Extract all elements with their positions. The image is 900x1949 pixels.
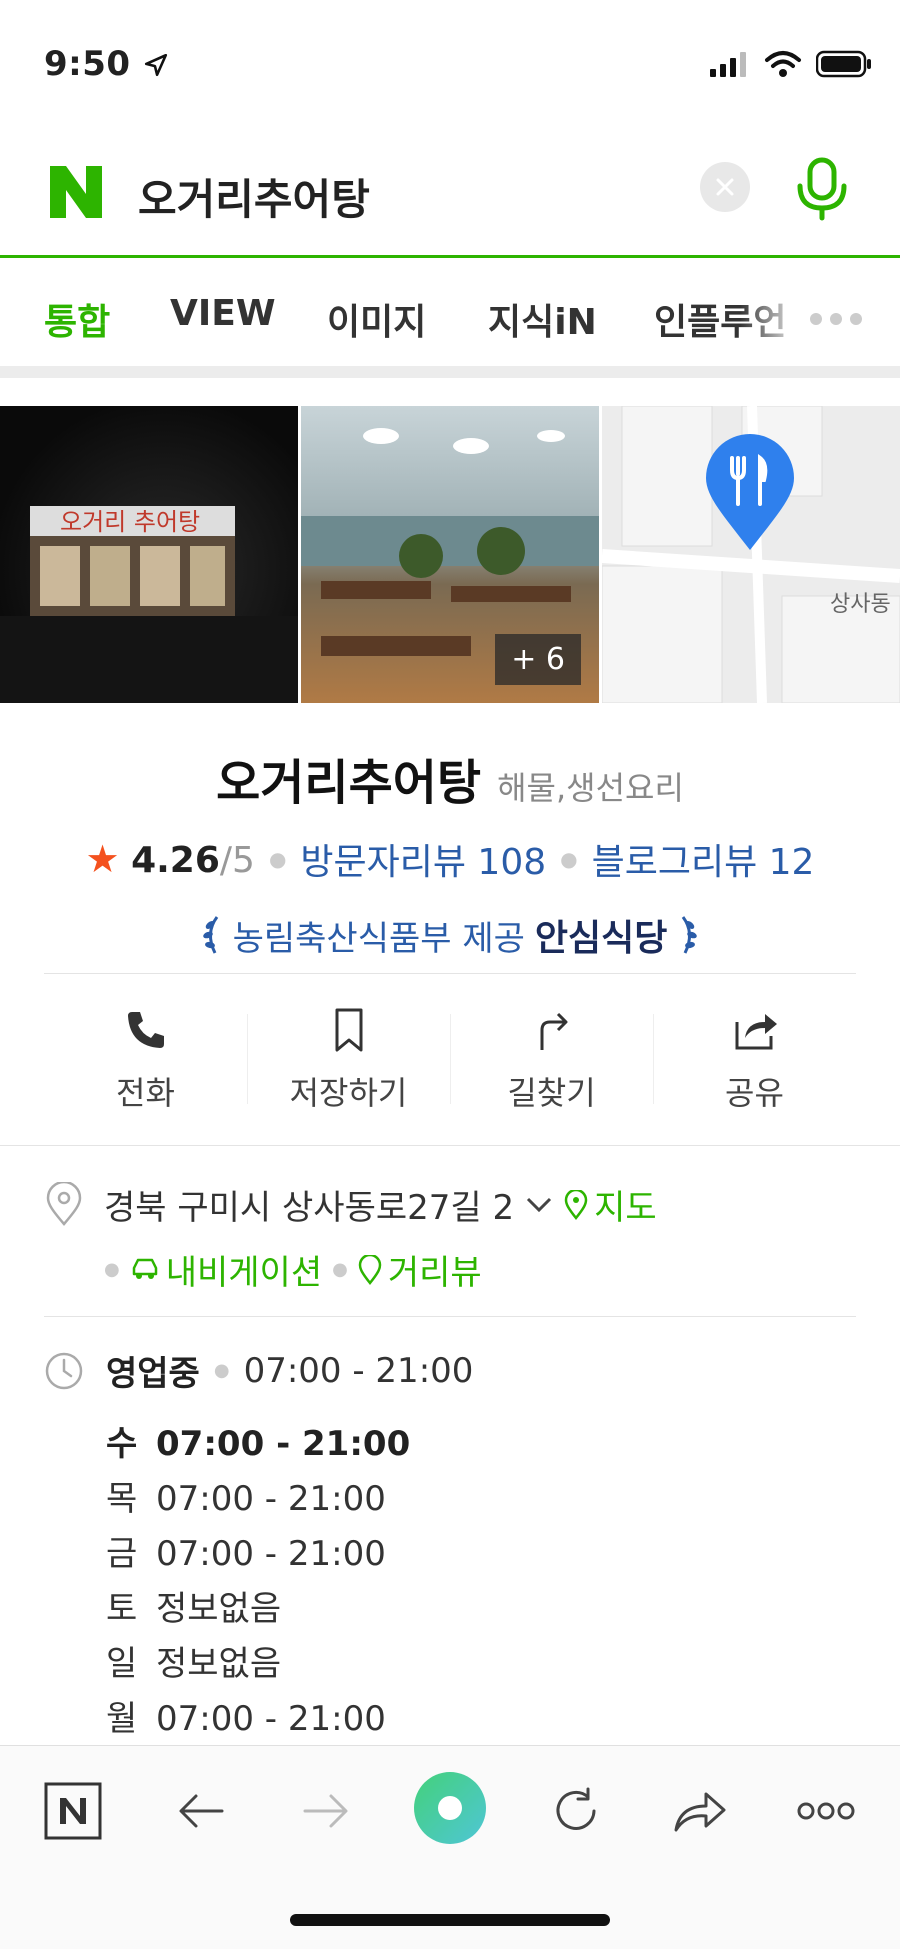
rating-value: 4.26 — [131, 840, 220, 881]
safe-restaurant-certification[interactable]: 농림축산식품부 제공 안심식당 — [0, 909, 900, 961]
clock-icon — [45, 1352, 83, 1389]
wifi-icon — [765, 51, 801, 77]
close-icon — [716, 178, 734, 196]
place-summary: 오거리추어탕 해물,생선요리 ★ 4.26/5 ● 방문자리뷰 108 ● 블로… — [0, 703, 900, 961]
map-link[interactable]: 지도 — [564, 1180, 657, 1229]
photo-strip: 오거리 추어탕 + 6 상사동 — [0, 406, 900, 703]
forward-button[interactable] — [291, 1776, 361, 1846]
hours-list[interactable]: 수 07:00 - 21:00 목 07:00 - 21:00 금 07:00 - 2… — [44, 1417, 856, 1747]
signal-icon — [710, 52, 746, 77]
open-hours-range: 07:00 - 21:00 — [243, 1350, 474, 1391]
visitor-reviews-link[interactable]: 방문자리뷰 108 — [300, 833, 546, 885]
address-text[interactable]: 경북 구미시 상사동로27길 2 — [104, 1180, 514, 1229]
hours-row: 일 정보없음 — [106, 1644, 282, 1684]
directions-icon — [540, 1012, 567, 1050]
restaurant-map-pin-icon — [706, 434, 794, 550]
open-status: 영업중 — [106, 1354, 200, 1394]
back-button[interactable] — [166, 1776, 236, 1846]
battery-icon — [816, 50, 871, 78]
hours-row: 금 07:00 - 21:00 — [106, 1534, 386, 1574]
share-icon — [735, 1014, 777, 1050]
place-category: 해물,생선요리 — [497, 769, 684, 807]
place-name[interactable]: 오거리추어탕 — [216, 743, 481, 813]
hours-row: 수 07:00 - 21:00 — [106, 1424, 411, 1464]
street-view-link[interactable]: 거리뷰 — [358, 1245, 482, 1294]
restaurant-exterior-photo[interactable]: 오거리 추어탕 — [0, 406, 298, 703]
share-button[interactable]: 공유 — [653, 1000, 856, 1120]
map-thumbnail[interactable]: 상사동 — [602, 406, 900, 703]
share-arrow-icon — [674, 1792, 726, 1832]
more-tabs-icon[interactable] — [810, 313, 862, 325]
laurel-right-icon — [682, 916, 698, 954]
green-dot-icon — [414, 1772, 486, 1844]
location-arrow-icon — [144, 53, 167, 77]
more-photos-badge[interactable]: + 6 — [495, 634, 581, 685]
divider — [0, 1145, 900, 1146]
naver-logo-icon[interactable] — [46, 162, 106, 222]
tab-images[interactable]: 이미지 — [327, 293, 426, 345]
call-button[interactable]: 전화 — [44, 1000, 247, 1120]
svg-text:오거리 추어탕: 오거리 추어탕 — [60, 508, 200, 536]
back-arrow-icon — [179, 1794, 224, 1828]
search-tabs: 통합 VIEW 이미지 지식iN 인플루언 — [0, 261, 900, 378]
clear-search-button[interactable] — [700, 162, 750, 212]
hours-row: 목 07:00 - 21:00 — [106, 1479, 386, 1519]
tab-knowledge-in[interactable]: 지식iN — [488, 293, 597, 345]
directions-button[interactable]: 길찾기 — [450, 1000, 653, 1120]
naver-home-button[interactable] — [38, 1776, 108, 1846]
home-indicator[interactable] — [290, 1914, 610, 1926]
location-pin-icon — [46, 1181, 82, 1226]
tab-integrated[interactable]: 통합 — [44, 293, 110, 345]
refresh-button[interactable] — [541, 1776, 611, 1846]
forward-arrow-icon — [303, 1794, 348, 1828]
refresh-icon — [556, 1787, 596, 1830]
search-bar: 오거리추어탕 — [0, 130, 900, 258]
restaurant-interior-photo[interactable]: + 6 — [301, 406, 599, 703]
divider — [44, 1316, 856, 1317]
car-icon — [132, 1258, 157, 1279]
address-section: 경북 구미시 상사동로27길 2 지도 ● 내비게이션 ● 거리뷰 — [44, 1180, 856, 1294]
tab-view[interactable]: VIEW — [170, 293, 276, 334]
phone-icon — [127, 1012, 164, 1048]
more-menu-button[interactable] — [791, 1776, 861, 1846]
action-buttons: 전화 저장하기 길찾기 공유 — [44, 1000, 856, 1120]
certification-name: 안심식당 — [534, 918, 668, 959]
chevron-down-icon[interactable] — [524, 1194, 554, 1216]
hours-row: 토 정보없음 — [106, 1589, 282, 1629]
navigation-link[interactable]: 내비게이션 — [130, 1245, 322, 1294]
status-time: 9:50 — [44, 44, 169, 84]
status-bar: 9:50 — [0, 0, 900, 130]
green-dot-button[interactable] — [412, 1770, 488, 1846]
save-button[interactable]: 저장하기 — [247, 1000, 450, 1120]
more-dots-icon — [797, 1802, 855, 1820]
naver-home-icon — [44, 1782, 102, 1840]
microphone-icon[interactable] — [792, 156, 852, 222]
divider — [44, 973, 856, 974]
blog-reviews-link[interactable]: 블로그리뷰 12 — [592, 833, 815, 885]
business-hours-section: 영업중 ● 07:00 - 21:00 수 07:00 - 21:00 목 07:0… — [44, 1346, 856, 1747]
search-input[interactable]: 오거리추어탕 — [138, 166, 370, 227]
laurel-left-icon — [202, 916, 218, 954]
hours-row: 월 07:00 - 21:00 — [106, 1699, 386, 1739]
certification-provider: 농림축산식품부 제공 — [232, 918, 525, 959]
bookmark-icon — [335, 1008, 362, 1052]
map-pin-icon — [564, 1189, 588, 1220]
star-icon: ★ — [85, 837, 120, 881]
street-view-icon — [358, 1254, 382, 1285]
map-area-label: 상사동 — [830, 592, 891, 617]
share-page-button[interactable] — [665, 1776, 735, 1846]
rating-max: /5 — [219, 840, 255, 881]
